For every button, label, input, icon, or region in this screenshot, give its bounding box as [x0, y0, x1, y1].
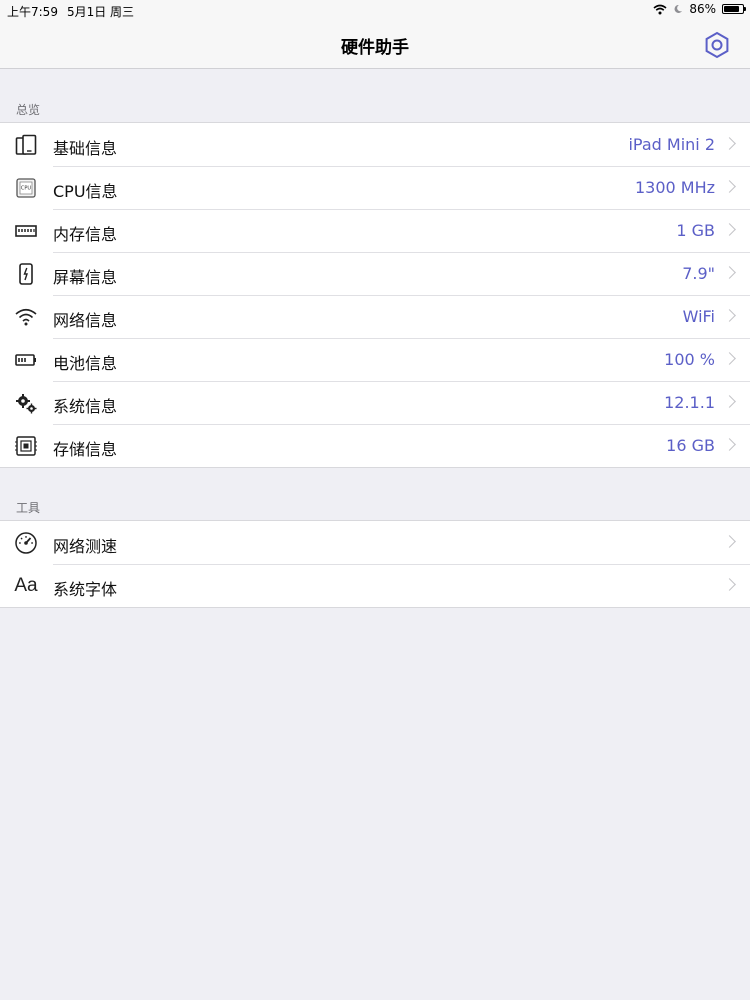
chevron-right-icon [723, 438, 736, 451]
list-item-value: 16 GB [666, 436, 715, 455]
list-item-basic-info[interactable]: 基础信息 iPad Mini 2 [0, 123, 750, 166]
wifi-icon [13, 305, 39, 329]
storage-icon [13, 434, 39, 458]
chevron-right-icon [723, 266, 736, 279]
chevron-right-icon [723, 395, 736, 408]
list-item-label: 网络测速 [53, 537, 118, 556]
chevron-right-icon [723, 137, 736, 150]
list-item-system-font[interactable]: Aa 系统字体 [0, 564, 750, 607]
list-item-label: 系统字体 [53, 580, 118, 599]
list-item-value: 7.9" [682, 264, 715, 283]
list-item-battery-info[interactable]: 电池信息 100 % [0, 338, 750, 381]
list-item-label: CPU信息 [53, 182, 118, 201]
list-item-label: 基础信息 [53, 139, 118, 158]
list-item-value: 1 GB [676, 221, 715, 240]
list-item-system-info[interactable]: 系统信息 12.1.1 [0, 381, 750, 424]
list-item-storage-info[interactable]: 存储信息 16 GB [0, 424, 750, 467]
chevron-right-icon [723, 223, 736, 236]
list-item-screen-info[interactable]: 屏幕信息 7.9" [0, 252, 750, 295]
chevron-right-icon [723, 309, 736, 322]
moon-icon [674, 4, 683, 13]
status-bar: 上午7:59 5月1日 周三 86% [0, 0, 750, 22]
tools-section-header: 工具 [16, 501, 41, 515]
list-item-label: 存储信息 [53, 440, 118, 459]
list-item-cpu-info[interactable]: CPU CPU信息 1300 MHz [0, 166, 750, 209]
status-right: 86% [653, 2, 746, 16]
list-item-label: 网络信息 [53, 311, 118, 330]
page-title: 硬件助手 [341, 38, 409, 58]
list-item-label: 系统信息 [53, 397, 118, 416]
battery-percent: 86% [689, 2, 716, 16]
status-left: 上午7:59 5月1日 周三 [7, 3, 143, 20]
wifi-status-icon [653, 4, 667, 14]
list-item-value: 1300 MHz [634, 178, 715, 197]
list-item-value: WiFi [682, 307, 715, 326]
chevron-right-icon [723, 180, 736, 193]
chevron-right-icon [723, 352, 736, 365]
battery-icon [13, 348, 39, 372]
tools-list: 网络测速 Aa 系统字体 [0, 520, 750, 608]
svg-text:CPU: CPU [21, 186, 32, 192]
list-item-value: 100 % [664, 350, 715, 369]
battery-status-icon [722, 4, 746, 14]
cpu-icon: CPU [13, 176, 39, 200]
speedometer-icon [13, 531, 39, 555]
font-icon: Aa [14, 575, 38, 596]
status-time: 上午7:59 [7, 5, 58, 19]
navigation-bar: 硬件助手 [0, 22, 750, 69]
overview-section-header: 总览 [16, 103, 41, 117]
chevron-right-icon [723, 578, 736, 591]
list-item-label: 内存信息 [53, 225, 118, 244]
overview-list: 基础信息 iPad Mini 2 CPU CPU信息 1300 MHz 内存信息… [0, 122, 750, 468]
battery-level-fill [724, 6, 739, 12]
memory-icon [13, 219, 39, 243]
chevron-right-icon [723, 535, 736, 548]
screen-icon [13, 262, 39, 286]
list-item-label: 屏幕信息 [53, 268, 118, 287]
settings-button[interactable] [702, 30, 732, 60]
settings-hexagon-icon [705, 31, 729, 59]
device-icon [13, 133, 39, 157]
list-item-network-info[interactable]: 网络信息 WiFi [0, 295, 750, 338]
list-item-label: 电池信息 [53, 354, 118, 373]
list-item-memory-info[interactable]: 内存信息 1 GB [0, 209, 750, 252]
status-date: 5月1日 周三 [66, 5, 135, 19]
gears-icon [13, 391, 39, 415]
list-item-network-speed-test[interactable]: 网络测速 [0, 521, 750, 564]
list-item-value: 12.1.1 [664, 393, 715, 412]
list-item-value: iPad Mini 2 [628, 135, 715, 154]
